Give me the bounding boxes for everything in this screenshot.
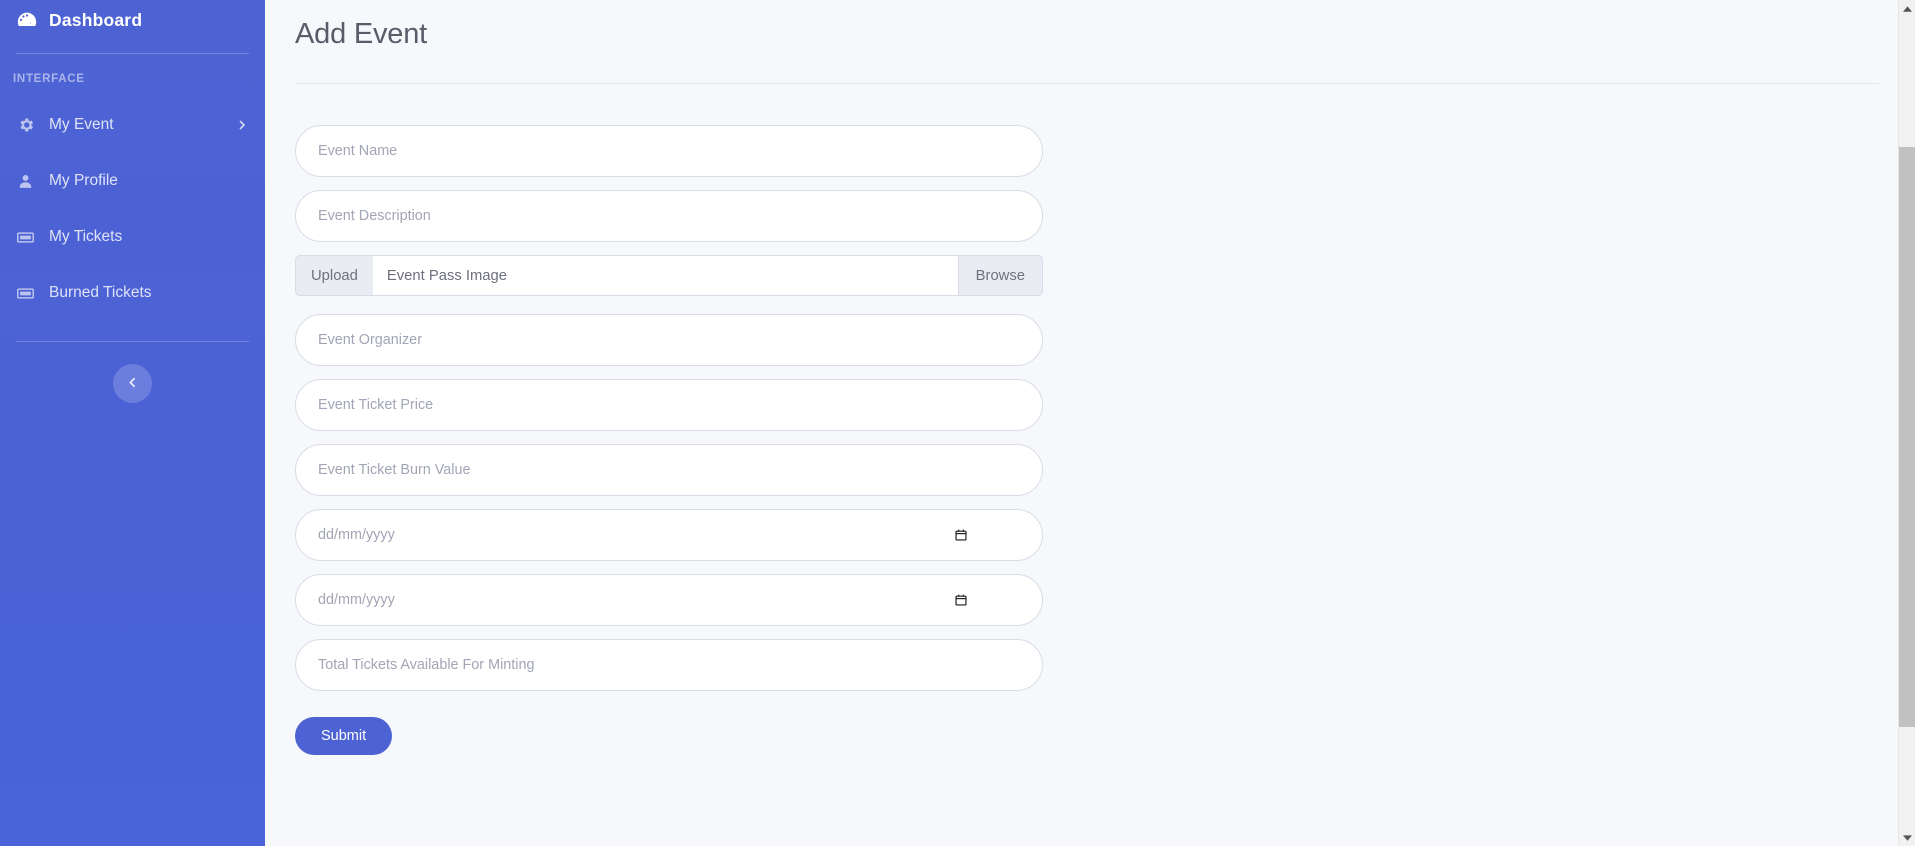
add-event-form: Upload Browse dd/mm/yyyy [295, 84, 1043, 755]
event-end-date-input[interactable]: dd/mm/yyyy [295, 574, 1043, 626]
user-icon [16, 172, 35, 191]
ticket-icon [16, 228, 35, 247]
sidebar-item-label: My Event [49, 116, 114, 133]
event-description-input[interactable] [295, 190, 1043, 242]
tachometer-icon [16, 9, 38, 31]
event-end-date-placeholder: dd/mm/yyyy [318, 592, 395, 608]
chevron-left-icon [126, 376, 139, 392]
event-ticket-burn-value-input[interactable] [295, 444, 1043, 496]
browse-button[interactable]: Browse [957, 255, 1043, 296]
main-content: Add Event Upload Browse dd/mm/yyyy [265, 0, 1915, 846]
brand-label: Dashboard [49, 9, 143, 30]
page-title: Add Event [295, 18, 428, 50]
collapse-sidebar-wrap [0, 364, 265, 403]
event-name-input[interactable] [295, 125, 1043, 177]
sidebar-item-burned-tickets[interactable]: Burned Tickets [0, 265, 265, 321]
calendar-icon[interactable] [953, 593, 968, 608]
sidebar-nav: My Event My Profile My Tickets Burned Ti… [0, 97, 265, 321]
event-start-date-input[interactable]: dd/mm/yyyy [295, 509, 1043, 561]
collapse-sidebar-button[interactable] [113, 364, 152, 403]
sidebar-item-label: My Profile [49, 172, 118, 189]
sidebar-divider-bottom [16, 341, 249, 342]
event-start-date-placeholder: dd/mm/yyyy [318, 527, 395, 543]
submit-button[interactable]: Submit [295, 717, 393, 755]
triangle-up-icon [1902, 0, 1912, 18]
sidebar-item-my-tickets[interactable]: My Tickets [0, 209, 265, 265]
event-ticket-price-input[interactable] [295, 379, 1043, 431]
sidebar-item-label: My Tickets [49, 228, 123, 245]
scrollbar-track[interactable] [1899, 17, 1915, 829]
total-tickets-input[interactable] [295, 639, 1043, 691]
sidebar-item-my-event[interactable]: My Event [0, 97, 265, 153]
sidebar-item-label: Burned Tickets [49, 284, 152, 301]
brand[interactable]: Dashboard [0, 0, 265, 40]
sidebar-heading: INTERFACE [13, 73, 85, 85]
chevron-right-icon [235, 118, 249, 132]
triangle-down-icon [1902, 829, 1912, 846]
scrollbar-up-button[interactable] [1899, 0, 1915, 17]
sidebar: Dashboard INTERFACE My Event My Profile … [0, 0, 265, 846]
content-container: Add Event Upload Browse dd/mm/yyyy [265, 0, 1915, 755]
gear-icon [16, 116, 35, 135]
scrollbar-thumb[interactable] [1899, 147, 1915, 727]
page-scrollbar[interactable] [1898, 0, 1915, 846]
scrollbar-down-button[interactable] [1899, 829, 1915, 846]
event-pass-image-upload-group: Upload Browse [295, 255, 1043, 296]
upload-label: Upload [295, 255, 373, 296]
event-pass-image-input[interactable] [372, 255, 958, 296]
calendar-icon[interactable] [953, 528, 968, 543]
event-organizer-input[interactable] [295, 314, 1043, 366]
ticket-icon [16, 284, 35, 303]
sidebar-item-my-profile[interactable]: My Profile [0, 153, 265, 209]
